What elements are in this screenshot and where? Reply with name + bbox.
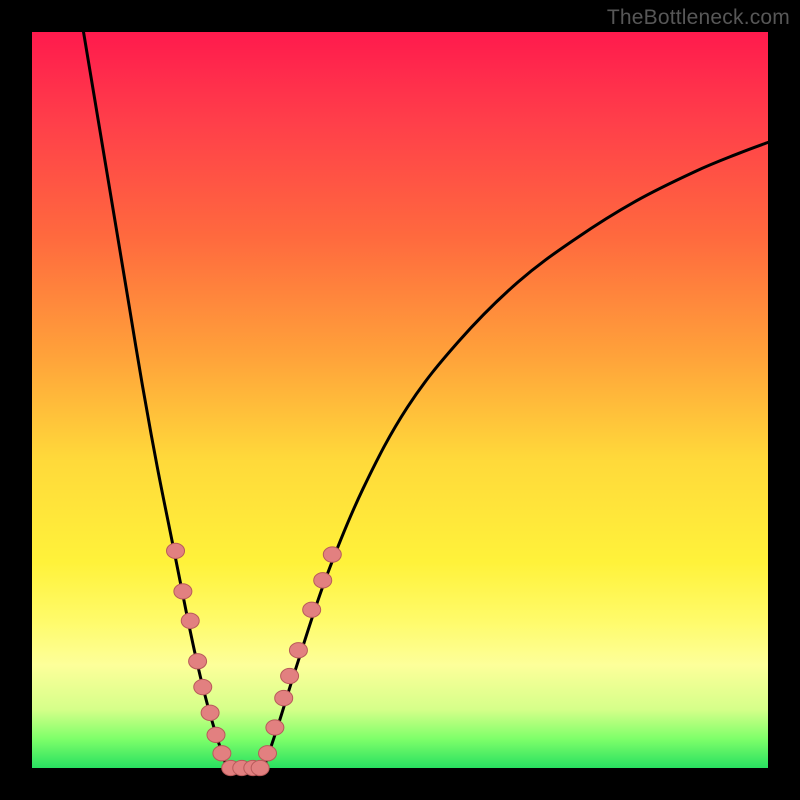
data-marker xyxy=(251,760,269,775)
data-marker xyxy=(194,679,212,694)
data-marker xyxy=(259,746,277,761)
chart-lines xyxy=(84,32,768,772)
data-marker xyxy=(174,584,192,599)
watermark-text: TheBottleneck.com xyxy=(607,6,790,30)
bottleneck-curve xyxy=(84,32,768,772)
data-marker xyxy=(167,543,185,558)
data-marker xyxy=(314,573,332,588)
data-marker xyxy=(189,654,207,669)
data-marker xyxy=(303,602,321,617)
data-marker xyxy=(289,643,307,658)
data-marker xyxy=(201,705,219,720)
data-marker xyxy=(266,720,284,735)
data-marker xyxy=(181,613,199,628)
data-marker xyxy=(275,690,293,705)
data-marker xyxy=(281,668,299,683)
chart-svg xyxy=(32,32,768,768)
chart-plot-area xyxy=(32,32,768,768)
chart-frame: TheBottleneck.com xyxy=(0,0,800,800)
chart-markers xyxy=(167,543,342,775)
data-marker xyxy=(323,547,341,562)
data-marker xyxy=(207,727,225,742)
data-marker xyxy=(213,746,231,761)
